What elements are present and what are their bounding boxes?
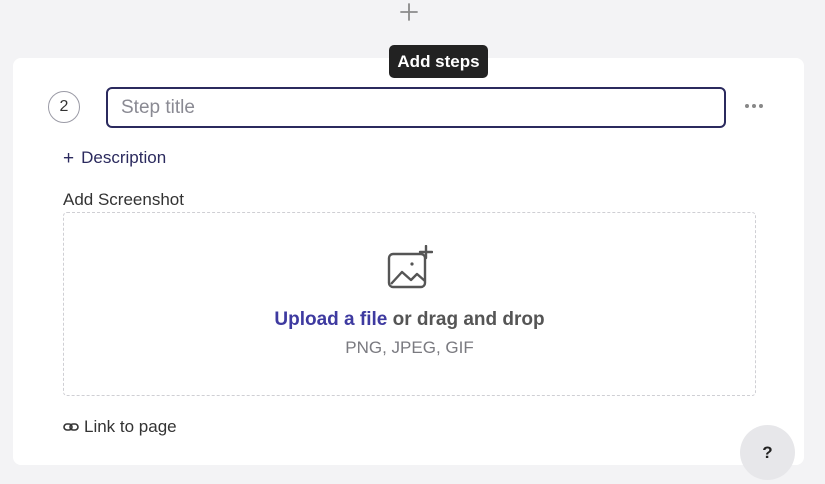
upload-file-link[interactable]: Upload a file: [274, 309, 387, 330]
step-title-input[interactable]: [106, 87, 726, 128]
plus-icon: [400, 3, 418, 21]
add-screenshot-label: Add Screenshot: [63, 190, 184, 209]
step-more-options-button[interactable]: [742, 96, 766, 116]
add-description-button[interactable]: + Description: [63, 147, 166, 169]
plus-icon: +: [63, 147, 75, 169]
link-to-page-label: Link to page: [84, 417, 177, 436]
screenshot-dropzone[interactable]: Upload a file or drag and drop PNG, JPEG…: [63, 212, 756, 396]
description-label: Description: [81, 148, 167, 167]
more-horizontal-icon: [752, 104, 756, 108]
add-step-button[interactable]: [398, 1, 420, 23]
drag-drop-text: or drag and drop: [387, 309, 545, 330]
link-to-page-button[interactable]: Link to page: [63, 416, 177, 438]
more-horizontal-icon: [759, 104, 763, 108]
help-button[interactable]: ?: [740, 425, 795, 480]
more-horizontal-icon: [745, 104, 749, 108]
add-steps-tooltip: Add steps: [389, 45, 488, 78]
accepted-formats: PNG, JPEG, GIF: [345, 338, 474, 357]
image-add-icon: [387, 245, 433, 289]
step-editor: Add steps 2 + Description Add Screenshot…: [0, 0, 825, 484]
upload-instructions: Upload a file or drag and drop: [64, 309, 755, 331]
step-number-badge: 2: [48, 91, 80, 123]
link-icon: [63, 423, 79, 431]
